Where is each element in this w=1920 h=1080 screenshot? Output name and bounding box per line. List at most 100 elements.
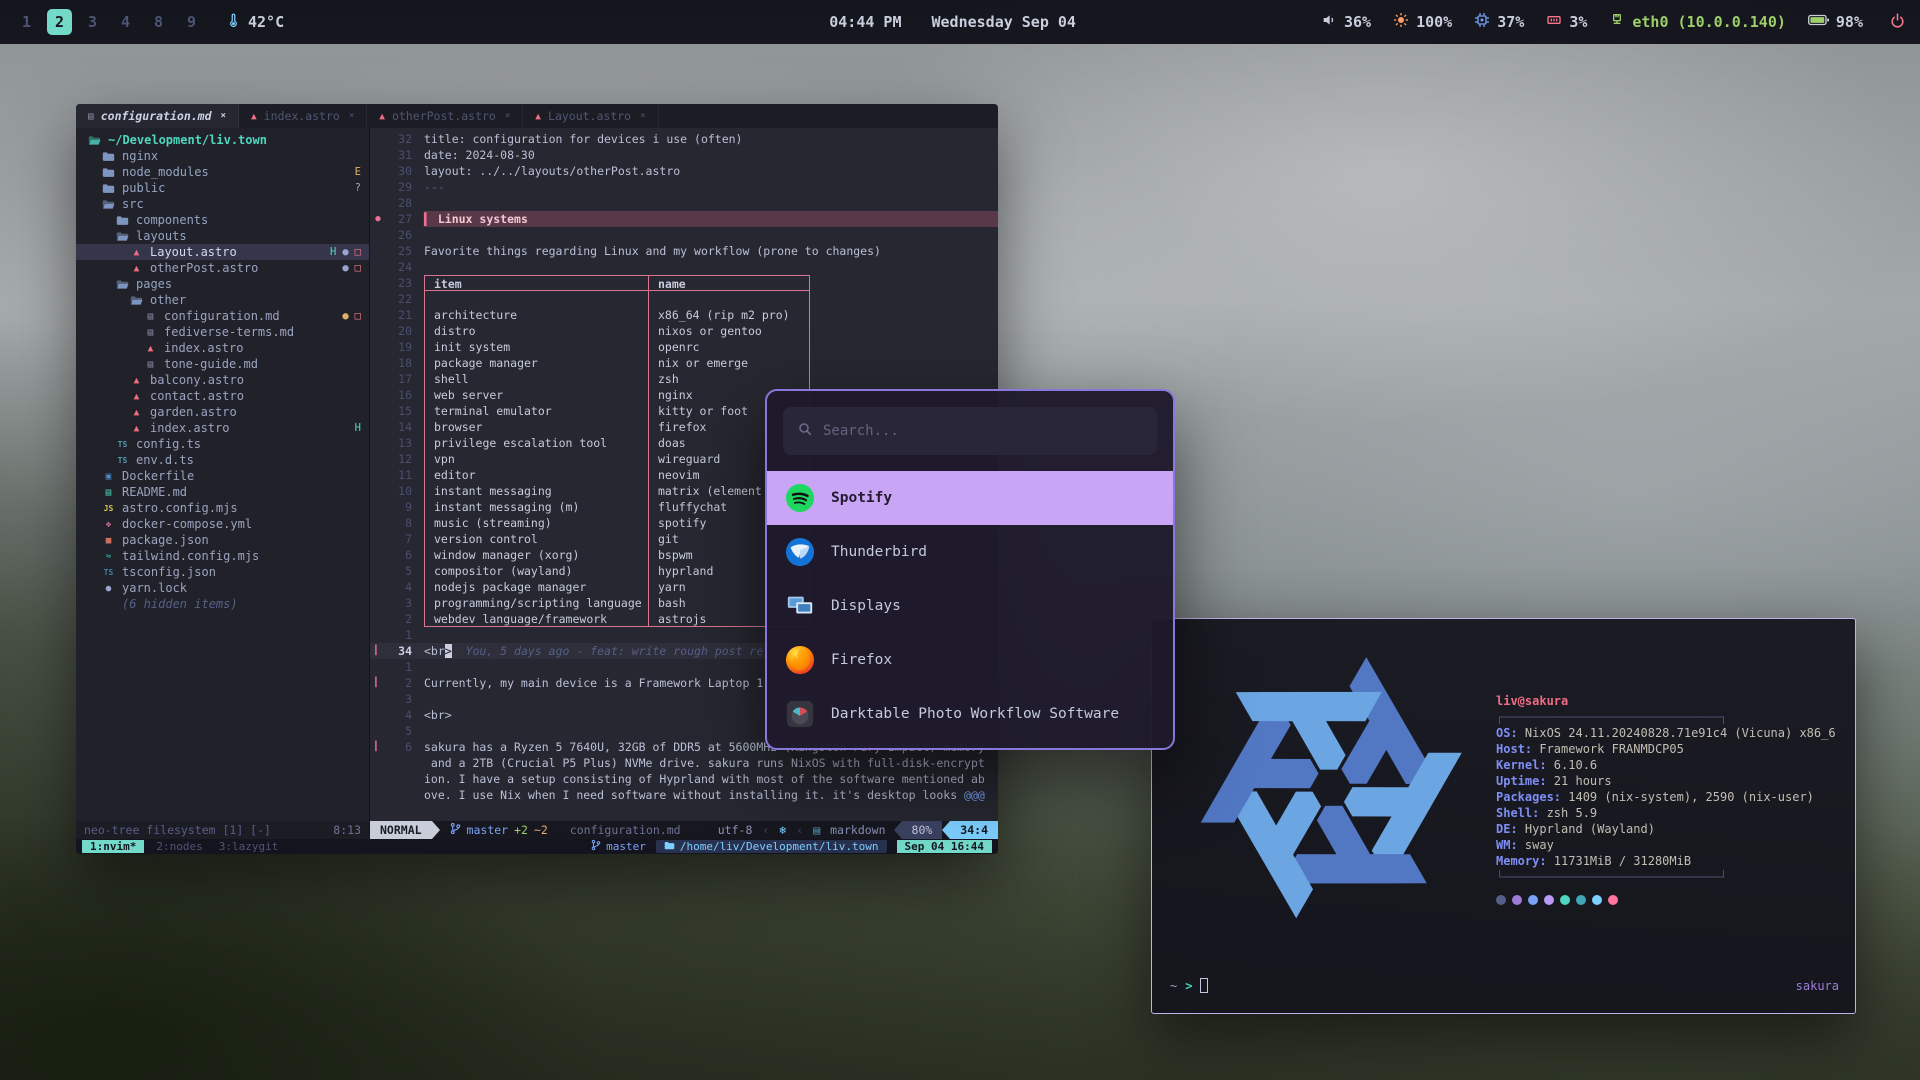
- tab-close-icon[interactable]: ×: [505, 111, 510, 121]
- tree-item-nginx[interactable]: nginx: [76, 148, 369, 164]
- tree-item-fediverse-terms-md[interactable]: ▤fediverse-terms.md: [76, 324, 369, 340]
- table-row: webdev language/frameworkastrojs: [424, 611, 810, 627]
- neo-tree-status-right: 8:13: [333, 823, 361, 837]
- astro-icon: ▲: [251, 111, 257, 122]
- workspace-9[interactable]: 9: [179, 9, 204, 35]
- tree-item-docker-compose-yml[interactable]: ❖docker-compose.yml: [76, 516, 369, 532]
- editor-line: 31date: 2024-08-30: [370, 147, 998, 163]
- tree-item-public[interactable]: public?: [76, 180, 369, 196]
- launcher-item-firefox[interactable]: Firefox: [767, 633, 1173, 687]
- tree-item-layout-astro[interactable]: ▲Layout.astroH●□: [76, 244, 369, 260]
- tmux-window-1-nvim[interactable]: 1:nvim*: [82, 840, 144, 853]
- info-label: Kernel:: [1496, 758, 1554, 772]
- volume-module[interactable]: 36%: [1321, 12, 1371, 32]
- info-label: Packages:: [1496, 790, 1568, 804]
- gutter-sign: [370, 243, 386, 259]
- tree-item-package-json[interactable]: ■package.json: [76, 532, 369, 548]
- battery-module[interactable]: 98%: [1808, 13, 1863, 31]
- workspace-3[interactable]: 3: [80, 9, 105, 35]
- tree-item-otherpost-astro[interactable]: ▲otherPost.astro●□: [76, 260, 369, 276]
- tab-close-icon[interactable]: ×: [640, 111, 645, 121]
- launcher-item-spotify[interactable]: Spotify: [767, 471, 1173, 525]
- workspace-8[interactable]: 8: [146, 9, 171, 35]
- tree-item-index-astro[interactable]: ▲index.astroH: [76, 420, 369, 436]
- tab-otherpost-astro[interactable]: ▲otherPost.astro×: [367, 104, 523, 128]
- temperature-module[interactable]: 42°C: [226, 13, 284, 32]
- tree-item-markers: H: [355, 422, 361, 434]
- memory-module[interactable]: 3%: [1546, 12, 1587, 32]
- tree-item-development-liv-town[interactable]: ~/Development/liv.town: [76, 132, 369, 148]
- tree-item-configuration-md[interactable]: ▤configuration.md●□: [76, 308, 369, 324]
- tab-label: index.astro: [264, 109, 340, 123]
- editor-line: ●27▍ Linux systems: [370, 211, 998, 227]
- sun-icon: [1393, 12, 1409, 32]
- gutter-sign: ▎: [370, 739, 386, 755]
- tab-close-icon[interactable]: ×: [349, 111, 354, 121]
- editor-line: 30layout: ../../layouts/otherPost.astro: [370, 163, 998, 179]
- ts-icon: TS: [114, 440, 131, 449]
- network-module[interactable]: eth0 (10.0.0.140): [1609, 12, 1786, 32]
- table-cell: package manager: [425, 355, 649, 371]
- tree-item-pages[interactable]: pages: [76, 276, 369, 292]
- tree-item-contact-astro[interactable]: ▲contact.astro: [76, 388, 369, 404]
- tree-item-other[interactable]: other: [76, 292, 369, 308]
- tree-item-label: tsconfig.json: [122, 565, 216, 579]
- tree-item-6-hidden-items[interactable]: (6 hidden items): [76, 596, 369, 612]
- tmux-datetime: Sep 04 16:44: [897, 840, 992, 853]
- tree-item-node-modules[interactable]: node_modulesE: [76, 164, 369, 180]
- tree-item-config-ts[interactable]: TSconfig.ts: [76, 436, 369, 452]
- line-number: 2: [386, 675, 412, 691]
- tree-item-label: Layout.astro: [150, 245, 237, 259]
- launcher-item-label: Firefox: [831, 652, 892, 668]
- workspace-2[interactable]: 2: [47, 9, 72, 35]
- tree-item-tsconfig-json[interactable]: TStsconfig.json: [76, 564, 369, 580]
- tree-item-layouts[interactable]: layouts: [76, 228, 369, 244]
- line-number: 9: [386, 499, 412, 515]
- launcher-item-thunderbird[interactable]: Thunderbird: [767, 525, 1173, 579]
- tree-item-src[interactable]: src: [76, 196, 369, 212]
- tree-item-tailwind-config-mjs[interactable]: ≈tailwind.config.mjs: [76, 548, 369, 564]
- tab-configuration-md[interactable]: ▤configuration.md×: [76, 104, 239, 128]
- tree-item-yarn-lock[interactable]: ●yarn.lock: [76, 580, 369, 596]
- launcher-item-darktable-photo-workflow-software[interactable]: Darktable Photo Workflow Software: [767, 687, 1173, 741]
- line-content: ove. I use Nix when I need software with…: [424, 787, 998, 803]
- tree-item-astro-config-mjs[interactable]: JSastro.config.mjs: [76, 500, 369, 516]
- launcher-item-displays[interactable]: Displays: [767, 579, 1173, 633]
- tree-item-env-d-ts[interactable]: TSenv.d.ts: [76, 452, 369, 468]
- tree-item-components[interactable]: components: [76, 212, 369, 228]
- color-palette: [1496, 895, 1836, 905]
- table-cell: instant messaging: [425, 483, 649, 499]
- tree-item-index-astro[interactable]: ▲index.astro: [76, 340, 369, 356]
- tree-item-readme-md[interactable]: ▤README.md: [76, 484, 369, 500]
- cpu-module[interactable]: 37%: [1474, 12, 1524, 32]
- tab-index-astro[interactable]: ▲ index.astro ×: [239, 104, 367, 128]
- editor-line: 23itemname: [370, 275, 998, 291]
- workspace-4[interactable]: 4: [113, 9, 138, 35]
- tab-close-icon[interactable]: ×: [221, 111, 226, 121]
- tmux-window-3-lazygit[interactable]: 3:lazygit: [215, 840, 283, 853]
- tree-item-dockerfile[interactable]: ▣Dockerfile: [76, 468, 369, 484]
- shell-prompt[interactable]: ~ >: [1170, 978, 1208, 993]
- launcher-search[interactable]: [783, 407, 1157, 455]
- battery-value: 98%: [1836, 13, 1863, 31]
- tab-layout-astro[interactable]: ▲Layout.astro×: [523, 104, 658, 128]
- palette-dot: [1528, 895, 1538, 905]
- line-number: 7: [386, 531, 412, 547]
- tree-item-label: layouts: [136, 229, 187, 243]
- line-number: 11: [386, 467, 412, 483]
- tree-item-balcony-astro[interactable]: ▲balcony.astro: [76, 372, 369, 388]
- astro-icon: ▲: [128, 407, 145, 418]
- astro-icon: ▲: [379, 111, 385, 122]
- search-input[interactable]: [823, 423, 1143, 439]
- workspace-1[interactable]: 1: [14, 9, 39, 35]
- tree-item-label: index.astro: [164, 341, 243, 355]
- tree-item-tone-guide-md[interactable]: ▤tone-guide.md: [76, 356, 369, 372]
- gutter-sign: [370, 531, 386, 547]
- tree-item-garden-astro[interactable]: ▲garden.astro: [76, 404, 369, 420]
- prompt-char: >: [1185, 979, 1192, 993]
- brightness-module[interactable]: 100%: [1393, 12, 1452, 32]
- markdown-icon: ▤: [142, 359, 159, 370]
- power-button[interactable]: [1889, 12, 1906, 33]
- tmux-window-2-nodes[interactable]: 2:nodes: [152, 840, 206, 853]
- gutter-sign: [370, 771, 386, 787]
